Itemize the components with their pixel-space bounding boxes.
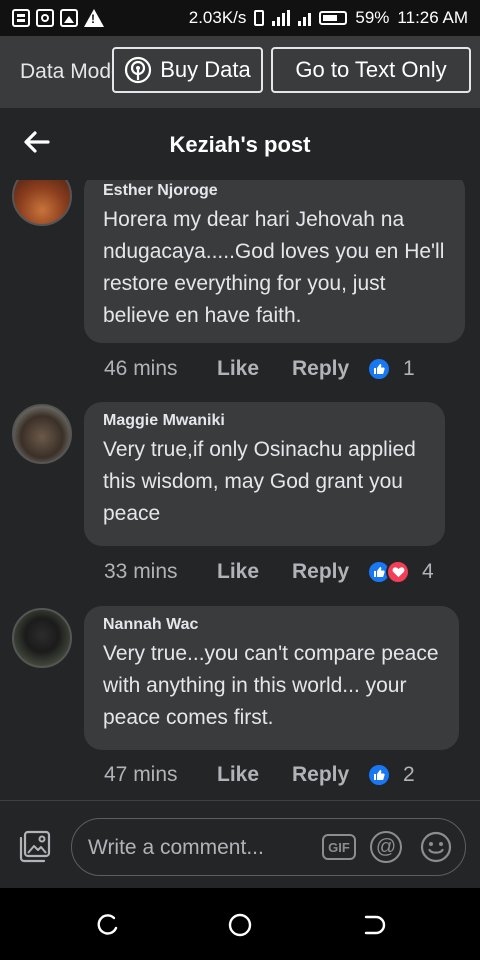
avatar[interactable] — [12, 180, 72, 226]
clock: 11:26 AM — [397, 8, 468, 27]
comment-author[interactable]: Maggie Mwaniki — [103, 412, 427, 430]
gallery-notification-icon — [60, 9, 78, 27]
buy-data-label: Buy Data — [160, 57, 251, 82]
like-button[interactable]: Like — [217, 357, 292, 381]
back-icon[interactable] — [360, 912, 386, 938]
status-notification-icons — [12, 9, 104, 27]
status-bar: 2.03K/s 59% 11:26 AM — [0, 0, 480, 36]
hotspot-icon — [125, 56, 152, 84]
comment-bubble[interactable]: Nannah Wac Very true...you can't compare… — [84, 606, 459, 750]
reply-button[interactable]: Reply — [292, 560, 367, 584]
home-icon[interactable] — [227, 912, 253, 938]
comment-author[interactable]: Nannah Wac — [103, 616, 441, 634]
emoji-icon[interactable] — [420, 831, 452, 863]
vibrate-icon — [254, 10, 265, 26]
comment-placeholder: Write a comment... — [88, 836, 264, 859]
go-to-text-only-button[interactable]: Go to Text Only — [271, 47, 471, 93]
comment-input[interactable]: Write a comment... GIF @ — [71, 818, 466, 876]
comment-text: Horera my dear hari Jehovah na ndugacaya… — [103, 208, 445, 327]
post-header: Keziah's post — [0, 108, 480, 180]
battery-percent: 59% — [355, 8, 390, 27]
photo-icon[interactable] — [16, 829, 52, 865]
like-reaction-icon — [367, 357, 391, 381]
comment-actions: 33 mins Like Reply 4 — [104, 557, 434, 587]
reaction-summary[interactable]: 1 — [367, 357, 415, 381]
instagram-notification-icon — [36, 9, 54, 27]
like-button[interactable]: Like — [217, 763, 292, 787]
system-navigation-bar — [0, 888, 480, 960]
comment-actions: 47 mins Like Reply 2 — [104, 760, 415, 790]
network-speed: 2.03K/s — [188, 8, 247, 27]
signal-icon-secondary — [298, 10, 312, 26]
like-button[interactable]: Like — [217, 560, 292, 584]
comment-time[interactable]: 46 mins — [104, 357, 217, 381]
recent-apps-icon[interactable] — [94, 912, 120, 938]
warning-icon — [84, 9, 104, 27]
comment-author[interactable]: Esther Njoroge — [103, 182, 447, 200]
like-reaction-icon — [367, 763, 391, 787]
avatar[interactable] — [12, 608, 72, 668]
comment-composer: Write a comment... GIF @ — [0, 800, 480, 888]
gif-icon[interactable]: GIF — [322, 834, 356, 860]
data-mode-label: Data Mode — [20, 60, 123, 83]
mention-icon[interactable]: @ — [370, 831, 402, 863]
comments-list[interactable]: Esther Njoroge Horera my dear hari Jehov… — [0, 180, 480, 800]
comment-bubble[interactable]: Esther Njoroge Horera my dear hari Jehov… — [84, 180, 465, 343]
comment-text: Very true,if only Osinachu applied this … — [103, 438, 416, 525]
battery-icon — [319, 11, 348, 25]
avatar[interactable] — [12, 404, 72, 464]
page-title: Keziah's post — [169, 132, 311, 157]
reply-button[interactable]: Reply — [292, 357, 367, 381]
reply-button[interactable]: Reply — [292, 763, 367, 787]
text-only-label: Go to Text Only — [295, 57, 447, 82]
reaction-summary[interactable]: 4 — [367, 560, 434, 584]
reaction-count: 1 — [403, 357, 415, 380]
comment-time[interactable]: 47 mins — [104, 763, 217, 787]
data-mode-banner: Data Mode Buy Data Go to Text Only — [0, 36, 480, 108]
app-root: 2.03K/s 59% 11:26 AM Data Mode Buy Data … — [0, 0, 480, 960]
reaction-count: 2 — [403, 763, 415, 786]
news-notification-icon — [12, 9, 30, 27]
reaction-summary[interactable]: 2 — [367, 763, 415, 787]
comment-bubble[interactable]: Maggie Mwaniki Very true,if only Osinach… — [84, 402, 445, 546]
comment-text: Very true...you can't compare peace with… — [103, 642, 439, 729]
love-reaction-icon — [386, 560, 410, 584]
comment-time[interactable]: 33 mins — [104, 560, 217, 584]
comment-actions: 46 mins Like Reply 1 — [104, 354, 415, 384]
reaction-count: 4 — [422, 560, 434, 583]
buy-data-button[interactable]: Buy Data — [112, 47, 263, 93]
signal-icon — [272, 10, 291, 26]
status-system-info: 2.03K/s 59% 11:26 AM — [189, 8, 468, 28]
